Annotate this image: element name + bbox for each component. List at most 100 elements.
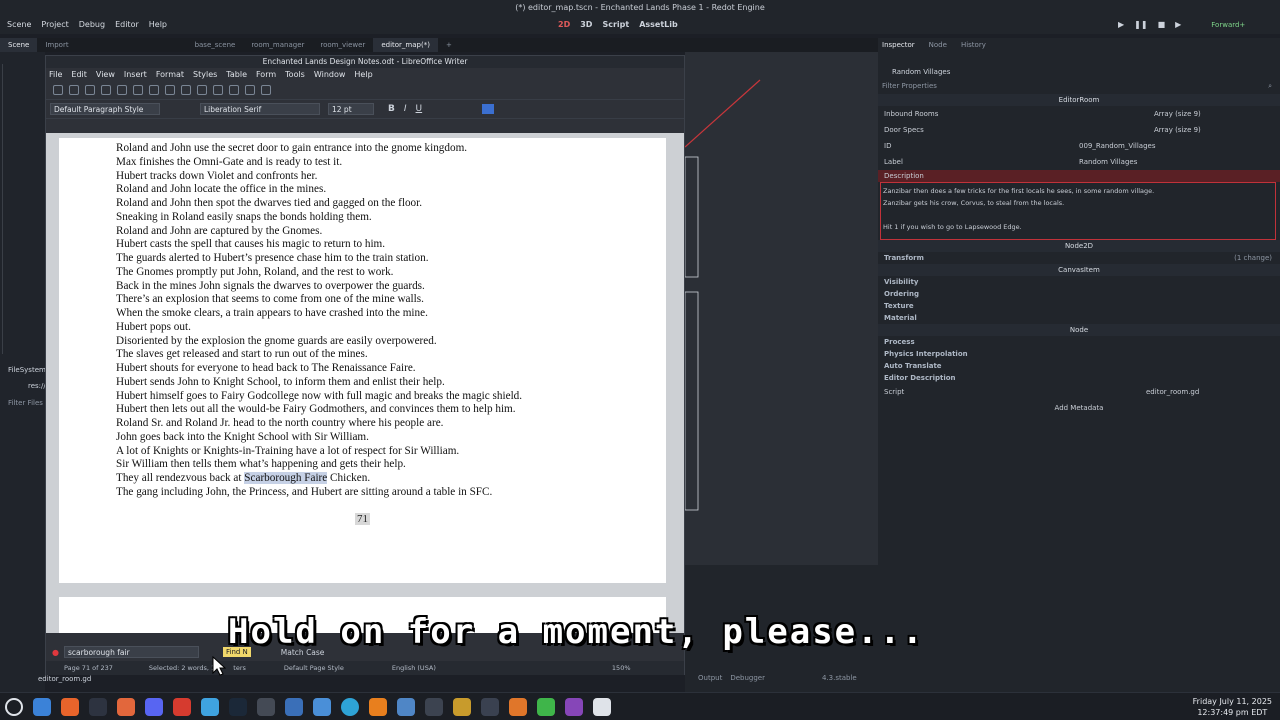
writer-menu-form[interactable]: Form [256,70,276,79]
writer-menu-help[interactable]: Help [354,70,372,79]
mail-icon[interactable] [397,697,415,716]
cut-icon[interactable] [133,85,143,95]
export-pdf-icon[interactable] [101,85,111,95]
section-auto-translate[interactable]: Auto Translate [878,360,1280,372]
obs-icon[interactable] [481,697,499,716]
image-icon[interactable] [245,85,255,95]
clock[interactable]: Friday July 11, 2025 12:37:49 pm EDT [1193,696,1272,718]
scene-tree[interactable] [2,64,42,354]
steam-icon[interactable] [229,697,247,716]
tab-debugger[interactable]: Debugger [730,674,765,682]
writer-menu-table[interactable]: Table [226,70,247,79]
section-texture[interactable]: Texture [878,300,1280,312]
chrome-icon[interactable] [341,697,359,716]
menu-editor[interactable]: Editor [115,20,139,29]
tab-scene-dock[interactable]: Scene [0,38,38,52]
prop-value[interactable]: 009_Random_Villages [1079,142,1156,150]
writer-menu-styles[interactable]: Styles [193,70,217,79]
open-icon[interactable] [69,85,79,95]
chart-icon[interactable] [261,85,271,95]
copy-icon[interactable] [149,85,159,95]
status-page[interactable]: Page 71 of 237 [64,664,113,672]
system-settings-icon[interactable] [593,697,611,716]
status-page-style[interactable]: Default Page Style [284,664,344,672]
font-name-select[interactable]: Liberation Serif [200,103,320,115]
menu-project[interactable]: Project [41,20,68,29]
section-process[interactable]: Process [878,336,1280,348]
writer-menu-view[interactable]: View [96,70,115,79]
mode-script[interactable]: Script [602,20,629,29]
tab-base-scene[interactable]: base_scene [187,38,244,52]
document-text[interactable]: Roland and John use the secret door to g… [116,142,522,500]
section-editor-description[interactable]: Editor Description [878,372,1280,384]
find-replace-icon[interactable] [213,85,223,95]
mode-assetlib[interactable]: AssetLib [639,20,678,29]
section-physics-interpolation[interactable]: Physics Interpolation [878,348,1280,360]
new-icon[interactable] [53,85,63,95]
menu-debug[interactable]: Debug [79,20,105,29]
prop-inbound-rooms[interactable]: Inbound Rooms Array (size 9) [878,106,1280,122]
status-language[interactable]: English (USA) [392,664,436,672]
blender-icon[interactable] [509,697,527,716]
writer-menu-window[interactable]: Window [314,70,346,79]
start-menu-icon[interactable] [5,697,23,716]
2d-viewport[interactable]: Output Debugger 4.3.stable [685,52,878,692]
prop-label-field[interactable]: Label Random Villages [878,154,1280,170]
menu-help[interactable]: Help [149,20,167,29]
save-icon[interactable] [85,85,95,95]
paragraph-style-select[interactable]: Default Paragraph Style [50,103,160,115]
underline-icon[interactable]: U [416,104,423,114]
shield-icon[interactable] [201,697,219,716]
section-visibility[interactable]: Visibility [878,276,1280,288]
brave-icon[interactable] [117,697,135,716]
tab-output[interactable]: Output [698,674,722,682]
bold-icon[interactable]: B [388,104,395,114]
document-page[interactable]: Roland and John use the secret door to g… [59,138,666,583]
description-textarea[interactable]: Zanzibar then does a few tricks for the … [880,182,1276,240]
prop-value[interactable]: Array (size 9) [1154,126,1201,134]
align-left-icon[interactable] [482,104,495,114]
github-icon[interactable] [565,697,583,716]
paste-icon[interactable] [165,85,175,95]
filter-files[interactable]: Filter Files [8,399,43,407]
table-icon[interactable] [229,85,239,95]
find-input[interactable]: scarborough fair [63,646,199,658]
prop-value[interactable]: Random Villages [1079,158,1137,166]
inkscape-icon[interactable] [537,697,555,716]
text-editor-icon[interactable] [425,697,443,716]
prop-value[interactable]: Array (size 9) [1154,110,1201,118]
controller-icon[interactable] [257,697,275,716]
add-metadata-button[interactable]: Add Metadata [878,400,1280,416]
prop-script[interactable]: Script editor_room.gd [878,384,1280,400]
selected-node-name[interactable]: Random Villages [892,68,950,76]
writer-menu-insert[interactable]: Insert [124,70,147,79]
tab-import-dock[interactable]: Import [37,38,76,52]
section-transform[interactable]: Transform (1 change) [878,252,1280,264]
discord-icon[interactable] [145,697,163,716]
menu-scene[interactable]: Scene [7,20,31,29]
tab-editor-map[interactable]: editor_map(*) [373,38,438,52]
writer-menu-format[interactable]: Format [156,70,184,79]
prop-door-specs[interactable]: Door Specs Array (size 9) [878,122,1280,138]
renderer-select[interactable]: Forward+ [1211,21,1245,29]
prop-id[interactable]: ID 009_Random_Villages [878,138,1280,154]
writer-menu-edit[interactable]: Edit [71,70,87,79]
play-icon[interactable]: ▶ [1118,20,1124,29]
mode-3d[interactable]: 3D [580,20,592,29]
mode-2d[interactable]: 2D [558,20,570,29]
tab-node[interactable]: Node [929,41,947,49]
tab-history[interactable]: History [961,41,986,49]
camera-icon[interactable] [285,697,303,716]
tab-room-viewer[interactable]: room_viewer [312,38,373,52]
files-icon[interactable] [33,697,51,716]
filter-properties[interactable]: Filter Properties ⌕ [878,78,1280,94]
pause-icon[interactable]: ❚❚ [1134,20,1147,29]
print-icon[interactable] [117,85,127,95]
game-icon[interactable] [173,697,191,716]
section-ordering[interactable]: Ordering [878,288,1280,300]
play-scene-icon[interactable]: ▶ [1175,20,1181,29]
firefox-icon[interactable] [61,697,79,716]
writer-menu-file[interactable]: File [49,70,62,79]
document-area[interactable]: Roland and John use the secret door to g… [46,133,684,633]
zoom-level[interactable]: 150% [612,664,631,672]
